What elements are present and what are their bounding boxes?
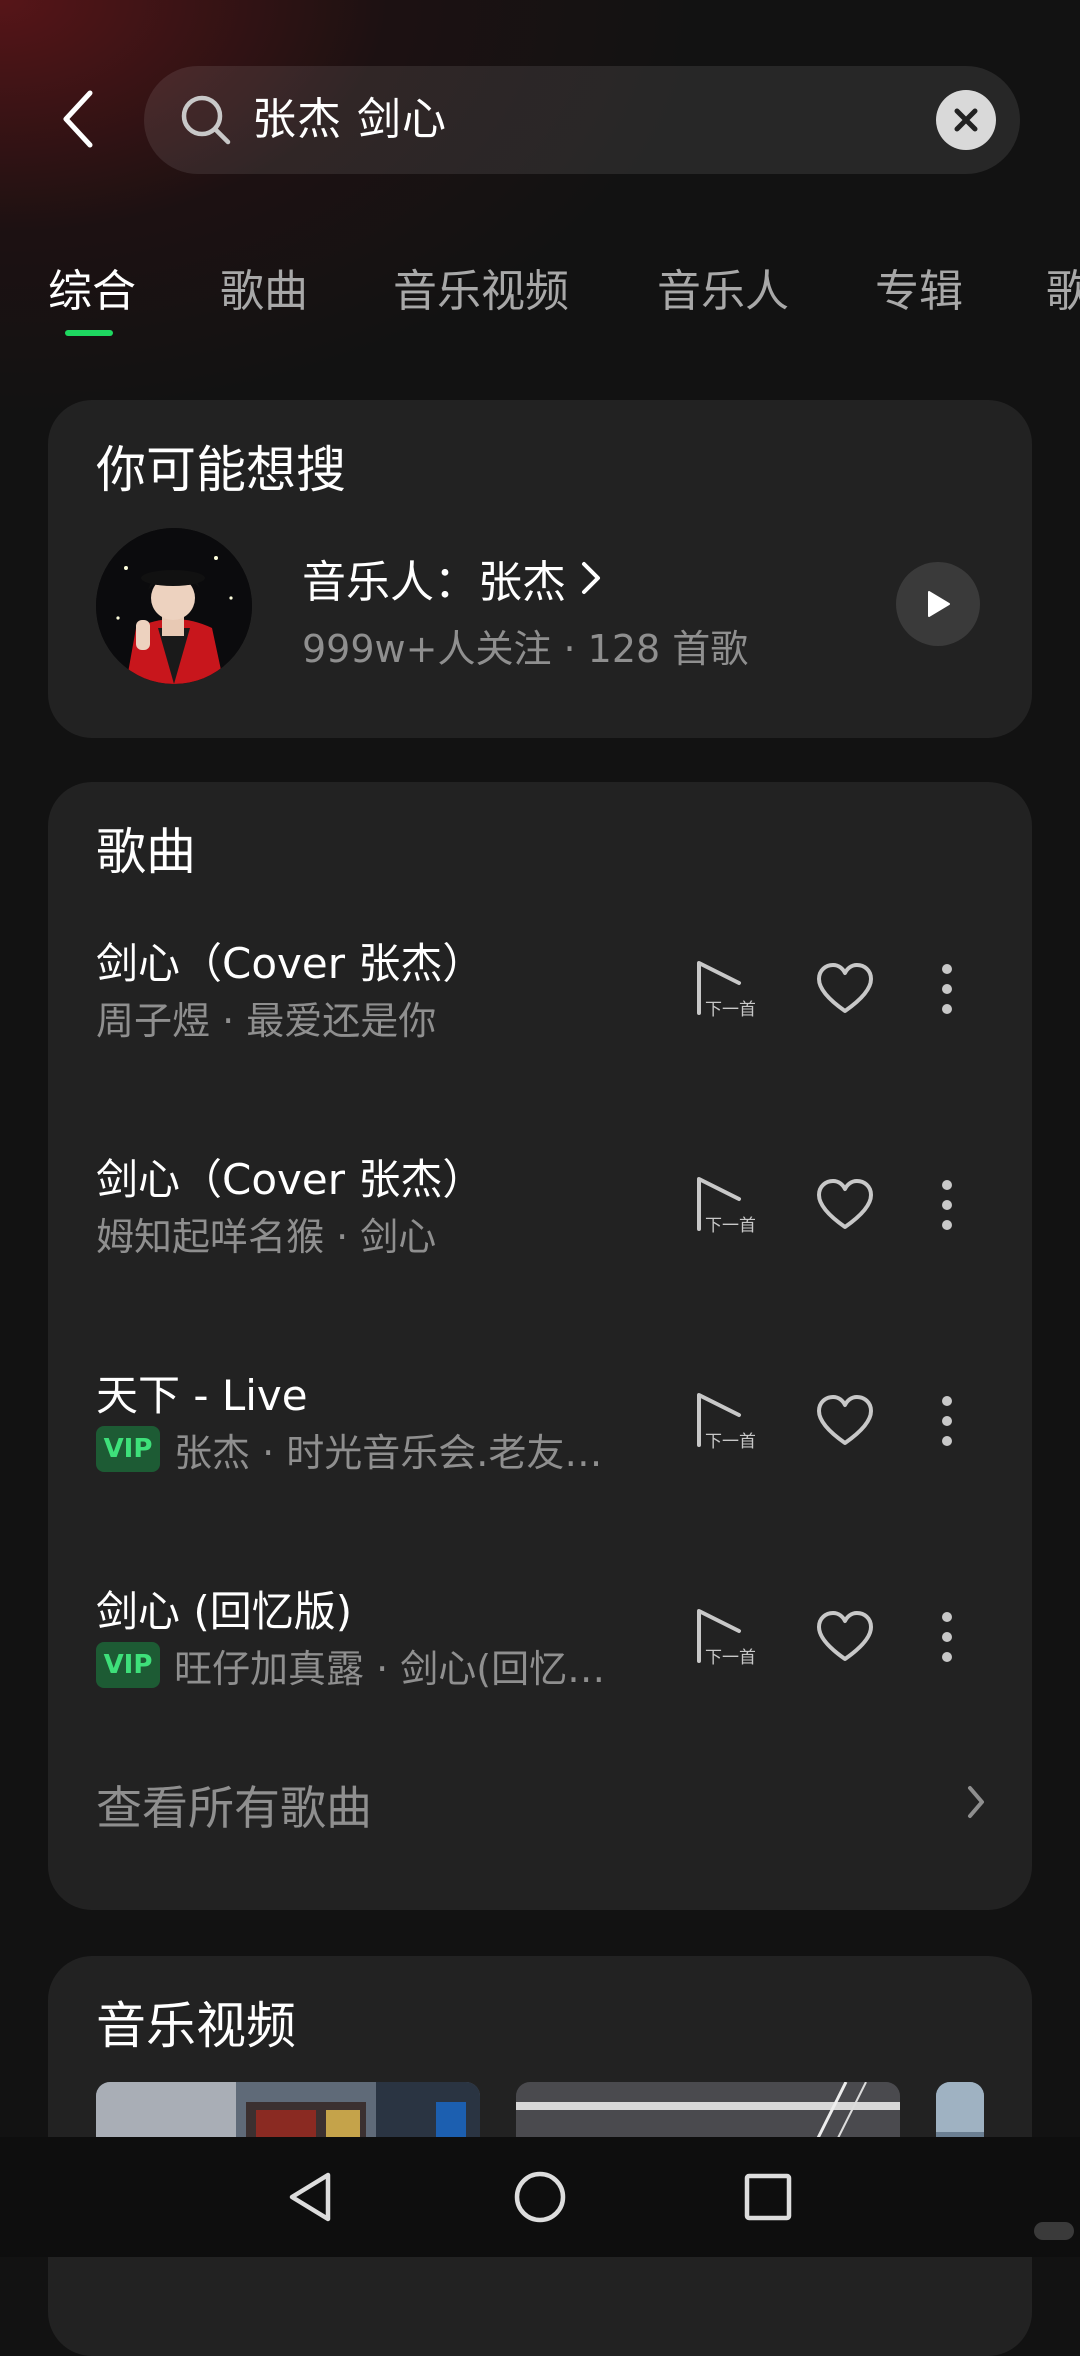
music-videos-title: 音乐视频 xyxy=(96,1997,296,2055)
svg-text:下一首: 下一首 xyxy=(705,1432,755,1452)
play-next-icon: 下一首 xyxy=(697,1177,755,1236)
play-next-icon: 下一首 xyxy=(697,1609,755,1668)
system-navigation-bar xyxy=(0,2137,1080,2257)
artist-meta: 999w+人关注 · 128 首歌 xyxy=(302,627,749,671)
tab-songs[interactable]: 歌曲 xyxy=(220,252,308,332)
heart-icon xyxy=(817,963,873,1013)
artist-avatar[interactable] xyxy=(96,528,252,684)
play-next-icon: 下一首 xyxy=(697,961,755,1020)
play-icon xyxy=(928,591,950,617)
songs-card: 歌曲 剑心（Cover 张杰） 周子煜 · 最爱还是你 下一首 剑心（Cover… xyxy=(48,782,1032,1910)
tab-artists[interactable]: 音乐人 xyxy=(657,252,789,332)
song-row[interactable]: 剑心（Cover 张杰） 姆知起咩名猴 · 剑心 下一首 xyxy=(48,1112,1032,1292)
svg-text:下一首: 下一首 xyxy=(705,1000,755,1020)
heart-icon xyxy=(817,1179,873,1229)
song-title: 剑心（Cover 张杰） xyxy=(96,1155,485,1204)
tab-music-videos[interactable]: 音乐视频 xyxy=(393,252,569,332)
song-row[interactable]: 天下 - Live VIP 张杰 · 时光音乐会.老友… 下一首 xyxy=(48,1328,1032,1508)
top-bar: 张杰 剑心 xyxy=(0,0,1080,240)
more-vertical-icon xyxy=(942,1396,952,1446)
song-subtitle: VIP 旺仔加真露 · 剑心(回忆… xyxy=(96,1640,605,1691)
song-row[interactable]: 剑心 (回忆版) VIP 旺仔加真露 · 剑心(回忆… 下一首 xyxy=(48,1544,1032,1724)
like-button[interactable] xyxy=(810,1386,880,1456)
more-options-button[interactable] xyxy=(912,1602,982,1672)
artist-name-label: 音乐人：张杰 xyxy=(302,557,566,608)
song-subtitle: 周子煜 · 最爱还是你 xyxy=(96,998,437,1043)
play-next-button[interactable]: 下一首 xyxy=(688,1602,758,1672)
suggestion-title: 你可能想搜 xyxy=(96,441,346,499)
artist-link[interactable]: 音乐人：张杰 xyxy=(302,546,604,610)
song-title: 剑心 (回忆版) xyxy=(96,1587,353,1636)
song-subtitle: 姆知起咩名猴 · 剑心 xyxy=(96,1214,437,1259)
vip-badge: VIP xyxy=(96,1642,160,1688)
chevron-right-icon[interactable] xyxy=(956,1774,996,1830)
watermark-badge xyxy=(1034,2222,1074,2240)
artist-photo xyxy=(96,528,252,684)
play-next-button[interactable]: 下一首 xyxy=(688,1170,758,1240)
play-next-button[interactable]: 下一首 xyxy=(688,1386,758,1456)
more-vertical-icon xyxy=(942,1612,952,1662)
search-input[interactable]: 张杰 剑心 xyxy=(252,66,447,174)
song-title: 天下 - Live xyxy=(96,1371,308,1420)
tab-overview[interactable]: 综合 xyxy=(48,252,136,332)
back-button[interactable] xyxy=(48,84,108,154)
heart-icon xyxy=(817,1395,873,1445)
category-tabs: 综合 歌曲 音乐视频 音乐人 专辑 歌 xyxy=(0,252,1080,342)
like-button[interactable] xyxy=(810,954,880,1024)
play-next-icon: 下一首 xyxy=(697,1393,755,1452)
songs-section-title: 歌曲 xyxy=(96,823,196,881)
search-box[interactable]: 张杰 剑心 xyxy=(144,66,1020,174)
close-icon xyxy=(954,108,978,132)
nav-recents-button[interactable] xyxy=(730,2159,806,2235)
nav-home-button[interactable] xyxy=(502,2159,578,2235)
more-vertical-icon xyxy=(942,1180,952,1230)
circle-home-icon xyxy=(514,2171,566,2223)
nav-back-button[interactable] xyxy=(272,2159,348,2235)
song-row[interactable]: 剑心（Cover 张杰） 周子煜 · 最爱还是你 下一首 xyxy=(48,896,1032,1076)
tab-albums[interactable]: 专辑 xyxy=(875,252,963,332)
vip-badge: VIP xyxy=(96,1426,160,1472)
triangle-back-icon xyxy=(289,2172,331,2222)
clear-search-button[interactable] xyxy=(936,90,996,150)
active-tab-indicator xyxy=(65,330,113,336)
song-title: 剑心（Cover 张杰） xyxy=(96,939,485,988)
like-button[interactable] xyxy=(810,1170,880,1240)
more-options-button[interactable] xyxy=(912,1170,982,1240)
search-icon xyxy=(181,95,231,145)
svg-text:下一首: 下一首 xyxy=(705,1216,755,1236)
more-options-button[interactable] xyxy=(912,1386,982,1456)
chevron-left-icon xyxy=(63,90,93,148)
heart-icon xyxy=(817,1611,873,1661)
see-all-songs-link[interactable]: 查看所有歌曲 xyxy=(96,1772,372,1838)
suggestion-card: 你可能想搜 音乐人：张杰 999w+人关注 · 128 首歌 xyxy=(48,400,1032,738)
svg-text:下一首: 下一首 xyxy=(705,1648,755,1668)
song-subtitle: VIP 张杰 · 时光音乐会.老友… xyxy=(96,1424,602,1475)
like-button[interactable] xyxy=(810,1602,880,1672)
chevron-right-icon xyxy=(582,562,600,594)
tab-more[interactable]: 歌 xyxy=(1046,252,1080,332)
more-options-button[interactable] xyxy=(912,954,982,1024)
play-next-button[interactable]: 下一首 xyxy=(688,954,758,1024)
more-vertical-icon xyxy=(942,964,952,1014)
play-artist-button[interactable] xyxy=(896,562,980,646)
square-recents-icon xyxy=(744,2173,792,2221)
